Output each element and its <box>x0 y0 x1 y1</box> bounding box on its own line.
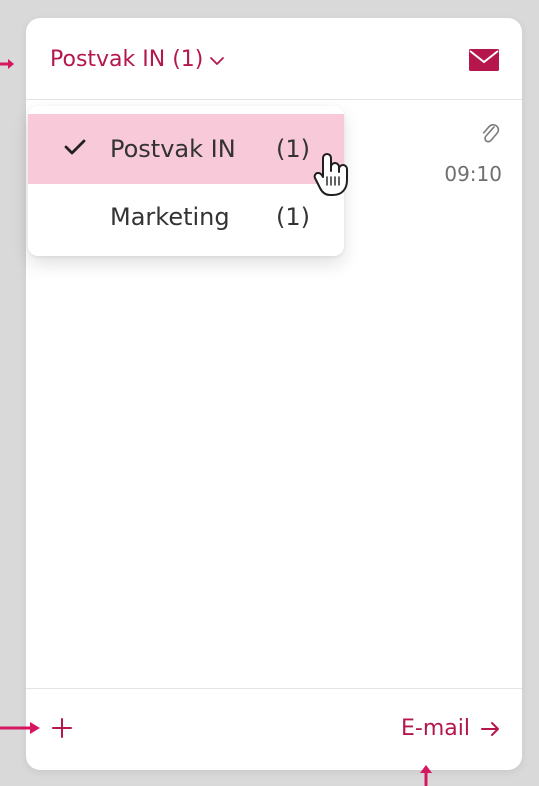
hand-cursor-icon <box>313 153 348 196</box>
email-link-label: E-mail <box>401 716 470 741</box>
email-link[interactable]: E-mail <box>401 715 502 743</box>
annotation-pointer-email <box>420 765 432 786</box>
folder-dropdown-toggle[interactable]: Postvak IN (1) <box>50 42 225 78</box>
paperclip-icon <box>482 123 500 143</box>
dropdown-item-label: Postvak IN <box>110 135 236 163</box>
add-button[interactable] <box>48 714 80 746</box>
dropdown-item-marketing[interactable]: Marketing (1) <box>28 182 344 252</box>
plus-icon <box>52 718 72 738</box>
folder-title: Postvak IN (1) <box>50 47 204 72</box>
widget-header: Postvak IN (1) <box>26 18 522 100</box>
annotation-pointer-top <box>0 59 14 69</box>
dropdown-item-postvak-in[interactable]: Postvak IN (1) <box>28 114 344 184</box>
mail-icon[interactable] <box>468 48 500 72</box>
message-time: 09:10 <box>444 162 502 186</box>
dropdown-item-count: (1) <box>276 135 310 163</box>
annotation-pointer-add <box>0 722 40 734</box>
widget-footer: E-mail <box>26 688 522 770</box>
dropdown-item-label: Marketing <box>110 203 230 231</box>
dropdown-item-count: (1) <box>276 203 310 231</box>
chevron-down-icon <box>210 57 225 65</box>
folder-dropdown: Postvak IN (1) Marketing (1) <box>28 106 344 256</box>
checkmark-icon <box>64 139 86 155</box>
arrow-right-icon <box>481 722 499 736</box>
